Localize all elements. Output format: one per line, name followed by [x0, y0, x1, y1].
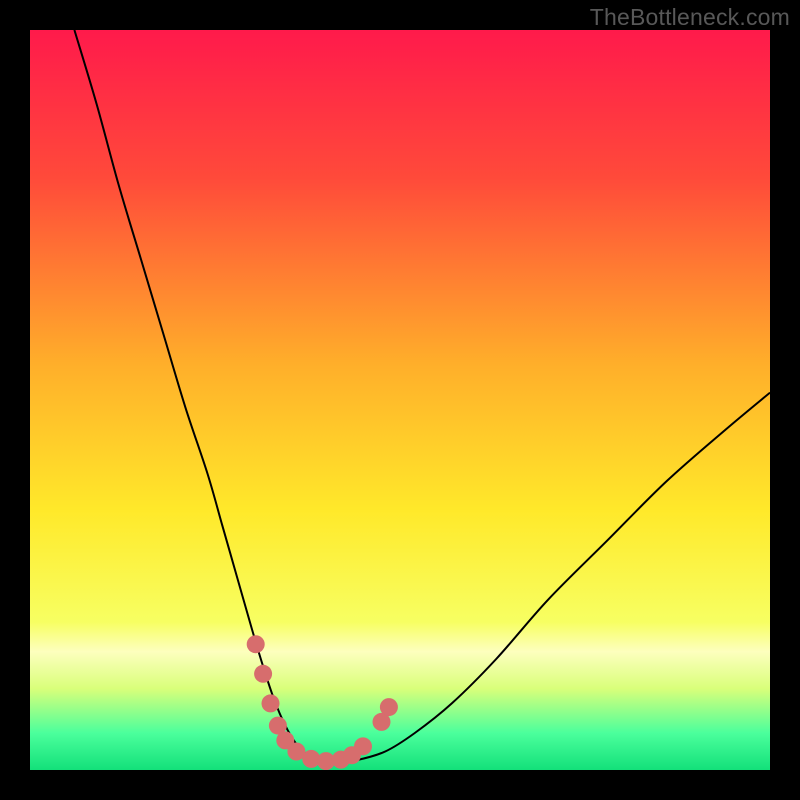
trough-marker: [247, 635, 265, 653]
watermark-text: TheBottleneck.com: [590, 4, 790, 31]
trough-marker: [380, 698, 398, 716]
trough-marker: [254, 665, 272, 683]
gradient-background: [30, 30, 770, 770]
trough-marker: [262, 694, 280, 712]
plot-area: [30, 30, 770, 770]
bottleneck-chart: [30, 30, 770, 770]
trough-marker: [354, 737, 372, 755]
chart-frame: TheBottleneck.com: [0, 0, 800, 800]
